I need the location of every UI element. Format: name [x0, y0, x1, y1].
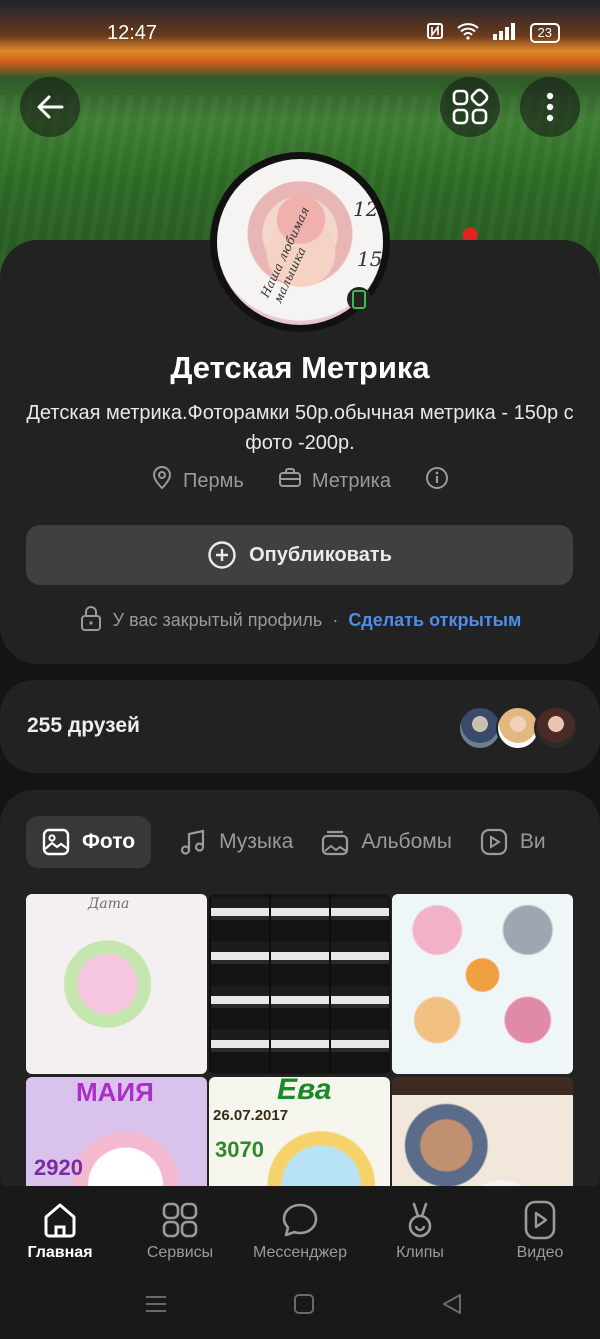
home-icon: [44, 1203, 76, 1238]
location-pin-icon: [151, 466, 173, 496]
services-icon: [162, 1202, 198, 1238]
tab-label: Музыка: [219, 830, 294, 853]
photo-thumbnail[interactable]: [392, 894, 573, 1074]
nav-messenger[interactable]: Мессенджер: [245, 1196, 355, 1262]
tab-video[interactable]: Ви: [480, 816, 546, 868]
signal-icon: [492, 22, 518, 43]
nav-label: Главная: [27, 1244, 93, 1261]
photo-number: 2920: [34, 1155, 83, 1180]
wifi-icon: [456, 22, 480, 43]
grid-icon: [452, 88, 489, 125]
media-tabs: Фото Музыка Альбомы Ви: [26, 816, 546, 868]
more-vertical-icon: [546, 92, 554, 122]
info-icon[interactable]: [425, 466, 449, 496]
lock-icon: [79, 604, 103, 637]
tab-label: Альбомы: [361, 830, 452, 853]
photo-caption: Дата: [88, 896, 130, 912]
nav-label: Клипы: [396, 1244, 444, 1261]
system-navigation: [0, 1280, 600, 1330]
photo-date: 26.07.2017: [213, 1107, 289, 1124]
closed-profile-text: У вас закрытый профиль: [112, 610, 323, 630]
online-mobile-badge: [347, 287, 371, 311]
back-button[interactable]: [20, 77, 80, 137]
nfc-icon: [426, 22, 444, 43]
arrow-left-icon: [37, 95, 64, 119]
photo-number: 3070: [215, 1137, 264, 1162]
publish-label: Опубликовать: [249, 543, 392, 566]
avatar-number-1: 12.: [353, 197, 383, 221]
friend-avatar: [534, 706, 578, 750]
back-triangle-icon[interactable]: [440, 1292, 464, 1316]
image-icon: [42, 828, 70, 856]
services-button[interactable]: [440, 77, 500, 137]
nav-clips[interactable]: Клипы: [365, 1196, 475, 1262]
nav-services[interactable]: Сервисы: [125, 1196, 235, 1262]
status-icons: 23: [426, 22, 560, 43]
nav-label: Мессенджер: [253, 1244, 347, 1261]
publish-button[interactable]: Опубликовать: [26, 525, 573, 585]
music-note-icon: [180, 829, 205, 855]
chat-bubble-icon: [282, 1203, 318, 1237]
tab-albums[interactable]: Альбомы: [321, 816, 452, 868]
nav-video[interactable]: Видео: [485, 1196, 595, 1262]
battery-indicator: 23: [529, 22, 560, 43]
photo-thumbnail[interactable]: Дата: [26, 894, 207, 1074]
profile-description: Детская метрика.Фоторамки 50р.обычная ме…: [26, 402, 574, 454]
nav-label: Видео: [516, 1244, 564, 1261]
briefcase-icon: [278, 467, 302, 495]
albums-icon: [322, 830, 349, 856]
plus-circle-icon: [208, 541, 236, 569]
profile-city: Пермь: [183, 469, 244, 492]
media-section: Фото Музыка Альбомы Ви Дата МАИЯ 2920 Ев…: [0, 790, 600, 1210]
recents-icon[interactable]: [144, 1292, 168, 1316]
photo-thumbnail[interactable]: [209, 894, 390, 1074]
phone-icon: [352, 289, 366, 309]
photo-caption: Ева: [277, 1077, 332, 1106]
avatar-number-2: 15: [357, 247, 383, 271]
nav-label: Сервисы: [146, 1244, 214, 1261]
video-play-icon: [480, 828, 507, 856]
tab-music[interactable]: Музыка: [179, 816, 293, 868]
status-time: 12:47: [107, 22, 158, 44]
video-icon: [524, 1200, 556, 1240]
make-open-link[interactable]: Сделать открытым: [348, 610, 521, 631]
profile-name: Детская Метрика: [170, 350, 430, 385]
friends-card[interactable]: 255 друзей: [0, 680, 600, 773]
tab-label: Ви: [519, 830, 546, 853]
home-square-icon[interactable]: [292, 1292, 316, 1316]
profile-work: Метрика: [311, 469, 391, 492]
status-bar: 12:47 23: [0, 0, 600, 64]
separator-dot: ·: [332, 610, 339, 630]
more-button[interactable]: [520, 77, 580, 137]
nav-home[interactable]: Главная: [5, 1196, 115, 1262]
tab-photos[interactable]: Фото: [26, 816, 152, 868]
photo-caption: МАИЯ: [76, 1077, 154, 1107]
profile-meta: Пермь Метрика: [0, 466, 600, 496]
friends-count: 255 друзей: [27, 714, 140, 737]
closed-profile-notice: У вас закрытый профиль · Сделать открыты…: [0, 604, 600, 637]
clips-icon: [408, 1202, 432, 1238]
tab-label: Фото: [82, 830, 136, 853]
